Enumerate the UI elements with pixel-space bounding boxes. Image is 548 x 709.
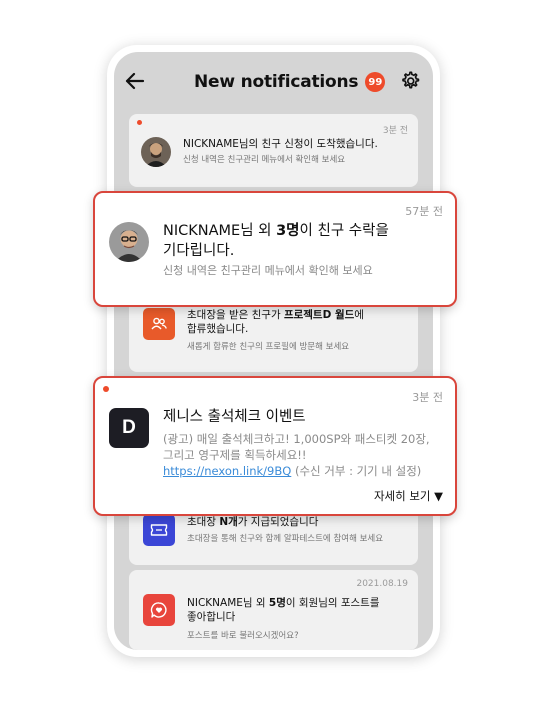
heart-chat-icon	[143, 594, 175, 626]
app-bar: New notifications 99	[114, 52, 433, 110]
notification-title: NICKNAME님의 친구 신청이 도착했습니다.	[183, 138, 378, 150]
notification-time: 3분 전	[412, 391, 443, 404]
notification-card-post-likes[interactable]: 2021.08.19 NICKNAME님 외 5명이 회원님의 포스트를 좋아합…	[129, 570, 418, 650]
opt-out-note: (수신 거부 : 기기 내 설정)	[291, 464, 422, 478]
notification-time: 57분 전	[405, 205, 443, 218]
see-more-button[interactable]: 자세히 보기 ▼	[374, 488, 443, 504]
event-body-line-1: (광고) 매일 출석체크하고! 1,000SP와 패스티켓 20장,	[163, 432, 430, 446]
notification-card-friend-request[interactable]: 3분 전 NICKNAME님의 친구 신청이 도착했습니다. 신청 내역은 친구…	[129, 114, 418, 187]
event-title: 제니스 출석체크 이벤트	[163, 409, 306, 425]
highlighted-notification-event[interactable]: 3분 전 D 제니스 출석체크 이벤트 (광고) 매일 출석체크하고! 1,00…	[93, 376, 457, 516]
notification-subtitle: 신청 내역은 친구관리 메뉴에서 확인해 보세요	[183, 155, 346, 165]
notification-subtitle: 신청 내역은 친구관리 메뉴에서 확인해 보세요	[163, 264, 373, 277]
notification-time: 3분 전	[382, 126, 408, 136]
group-icon	[143, 308, 175, 340]
back-arrow-icon[interactable]	[124, 70, 146, 92]
gear-icon[interactable]	[399, 70, 421, 92]
notification-time: 2021.08.19	[356, 579, 408, 589]
notification-title: NICKNAME님 외 5명이 회원님의 포스트를 좋아합니다	[187, 597, 380, 623]
event-link[interactable]: https://nexon.link/9BQ	[163, 464, 291, 478]
unread-dot	[137, 120, 142, 125]
notification-title: 초대장을 받은 친구가 프로젝트D 월드에 합류했습니다.	[187, 309, 364, 335]
title-group: New notifications 99	[194, 70, 386, 94]
unread-dot	[103, 386, 109, 392]
notification-title: 초대장 N개가 지급되었습니다	[187, 516, 319, 528]
notifications-screen: New notifications 99 3분 전 NICKNAME님의 친구 …	[114, 52, 433, 650]
ticket-icon	[143, 514, 175, 546]
highlighted-notification-friend-accept[interactable]: 57분 전 NICKNAME님 외 3명이 친구 수락을 기다립니다. 신청 내…	[93, 191, 457, 307]
user-avatar	[141, 137, 171, 167]
notification-subtitle: 초대장을 통해 친구와 함께 알파테스트에 참여해 보세요	[187, 534, 384, 544]
notification-subtitle: 새롭게 합류한 친구의 프로필에 방문해 보세요	[187, 342, 350, 352]
notification-subtitle: 포스트를 바로 불러오시겠어요?	[187, 631, 299, 641]
d-logo-icon: D	[109, 408, 149, 448]
page-title: New notifications	[194, 72, 359, 92]
notification-title: NICKNAME님 외 3명이 친구 수락을 기다립니다.	[163, 223, 389, 259]
user-avatar	[109, 222, 149, 262]
event-link-row: https://nexon.link/9BQ (수신 거부 : 기기 내 설정)	[163, 464, 421, 479]
notification-count-badge: 99	[365, 72, 386, 92]
event-body-line-2: 그리고 영구제를 획득하세요!!	[163, 448, 307, 462]
